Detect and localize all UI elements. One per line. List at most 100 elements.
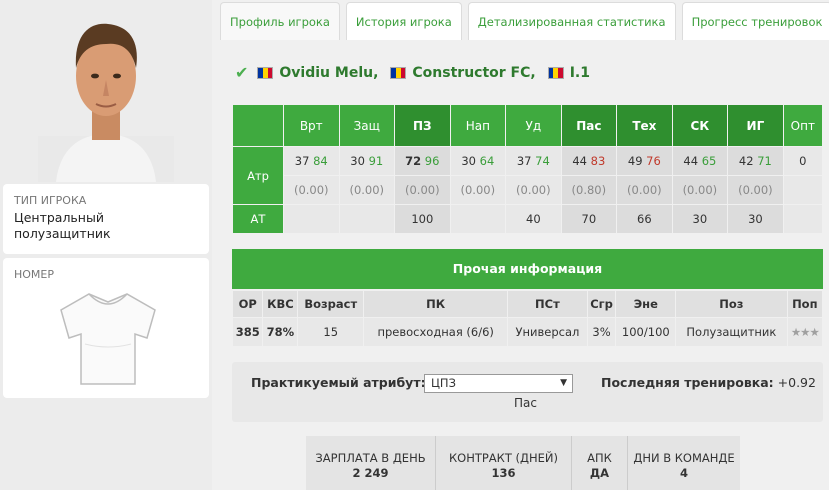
attribute-potential-value: 76: [646, 154, 661, 168]
attribute-delta-cell: (0.00): [395, 176, 450, 204]
info-header-cell: ПСт: [508, 291, 587, 317]
info-value-cell: 385: [233, 318, 263, 346]
moldova-flag-icon: [390, 66, 407, 79]
info-value-cell: превосходная (6/6): [364, 318, 508, 346]
attribute-at-cell: 30: [672, 205, 728, 233]
training-sub-attribute: Пас: [514, 396, 537, 410]
dropdown-arrow-icon: ▼: [560, 378, 567, 388]
attribute-value-cell: 72 96: [395, 147, 450, 175]
info-value-cell: 3%: [587, 318, 616, 346]
attribute-header-cell: Опт: [783, 105, 822, 146]
player-number-label: НОМЕР: [14, 268, 55, 281]
attribute-at-cell: 30: [728, 205, 783, 233]
info-header-cell: ПК: [364, 291, 508, 317]
attribute-current-value: 49: [627, 154, 643, 168]
attribute-current-value: 30: [461, 154, 476, 168]
attribute-delta-cell: (0.00): [284, 176, 339, 204]
attribute-potential-value: 74: [535, 154, 550, 168]
player-number-card: НОМЕР: [3, 258, 209, 398]
tab-history[interactable]: История игрока: [345, 2, 462, 40]
training-panel: Практикуемый атрибут: ЦПЗ ▼ Пас Последня…: [232, 362, 823, 422]
contract-info: ЗАРПЛАТА В ДЕНЬ 2 249 КОНТРАКТ (ДНЕЙ) 136 АП…: [306, 436, 740, 490]
attribute-at-cell: [284, 205, 339, 233]
row-label-at: АТ: [233, 205, 283, 233]
contract-value: 2 249: [352, 466, 389, 480]
attribute-value-cell: 44 65: [672, 147, 728, 175]
training-attribute-select[interactable]: ЦПЗ ▼: [424, 374, 573, 393]
attribute-header-cell: Тех: [617, 105, 672, 146]
attribute-at-cell: 40: [506, 205, 561, 233]
attribute-current-value: 37: [294, 154, 310, 168]
attribute-potential-value: 83: [590, 154, 606, 168]
attribute-delta-cell: (0.00): [506, 176, 561, 204]
attribute-header-cell: СК: [672, 105, 728, 146]
attribute-at-cell: 66: [617, 205, 672, 233]
attribute-value-cell: 30 91: [339, 147, 395, 175]
attribute-value-cell: 37 84: [284, 147, 339, 175]
training-attribute-selected: ЦПЗ: [431, 376, 456, 390]
popularity-stars: ★★★: [787, 318, 822, 346]
attribute-value-cell: 30 64: [450, 147, 506, 175]
attribute-header-cell: Защ: [339, 105, 395, 146]
player-name-link[interactable]: Ovidiu Melu,: [279, 65, 378, 81]
other-info-heading: Прочая информация: [232, 249, 823, 289]
attribute-header-cell: Врт: [284, 105, 339, 146]
attribute-current-value: 37: [516, 154, 532, 168]
row-label-atr: Атр: [233, 147, 283, 204]
attribute-value-cell: 49 76: [617, 147, 672, 175]
player-type-card: ТИП ИГРОКА Центральный полузащитник: [3, 184, 209, 254]
attribute-potential-value: 91: [368, 154, 384, 168]
attributes-header-corner: [233, 105, 283, 146]
info-value-cell: 15: [298, 318, 364, 346]
attribute-value-cell: 42 71: [728, 147, 783, 175]
info-value-cell: Универсал: [508, 318, 587, 346]
attribute-current-value: 0: [799, 154, 807, 168]
moldova-flag-icon: [257, 66, 274, 79]
player-type-label: ТИП ИГРОКА: [14, 194, 87, 207]
contract-box: ЗАРПЛАТА В ДЕНЬ 2 249: [306, 436, 436, 490]
contract-value: 4: [679, 466, 688, 480]
contract-label: КОНТРАКТ (ДНЕЙ): [448, 451, 558, 465]
contract-box: КОНТРАКТ (ДНЕЙ) 136: [436, 436, 572, 490]
info-value-cell: 78%: [263, 318, 298, 346]
attribute-at-cell: [783, 205, 822, 233]
attribute-current-value: 72: [405, 154, 422, 168]
club-name-link[interactable]: Constructor FC,: [412, 65, 535, 81]
attribute-at-cell: [450, 205, 506, 233]
contract-label: ЗАРПЛАТА В ДЕНЬ: [315, 451, 426, 465]
attribute-delta-cell: [783, 176, 822, 204]
info-header-cell: ОР: [233, 291, 263, 317]
attribute-delta-cell: (0.80): [561, 176, 617, 204]
attribute-potential-value: 96: [424, 154, 440, 168]
player-avatar: [38, 23, 174, 182]
attribute-at-cell: 100: [395, 205, 450, 233]
attribute-header-cell: ПЗ: [395, 105, 450, 146]
tab-training-progress[interactable]: Прогресс тренировок: [681, 2, 829, 40]
attributes-table: Врт Защ ПЗ Нап Уд Пас Тех СК ИГ Опт Атр 37 84 30 9…: [232, 104, 823, 234]
tab-detailed-stats[interactable]: Детализированная статистика: [467, 2, 676, 40]
attribute-header-cell: Нап: [450, 105, 506, 146]
last-training: Последняя тренировка: +0.92: [601, 375, 816, 390]
contract-value: 136: [491, 466, 516, 480]
other-info-table: ОР КВС Возраст ПК ПСт Сгр Эне Поз Поп 385 78% 15 пр…: [232, 290, 823, 347]
tab-profile[interactable]: Профиль игрока: [220, 2, 340, 40]
info-header-cell: Эне: [616, 291, 676, 317]
league-name-link[interactable]: I.1: [570, 65, 590, 81]
attribute-at-cell: 70: [561, 205, 617, 233]
attribute-delta-cell: (0.00): [672, 176, 728, 204]
moldova-flag-icon: [547, 66, 564, 79]
attribute-delta-cell: (0.00): [617, 176, 672, 204]
attribute-potential-value: 64: [479, 154, 495, 168]
attribute-current-value: 30: [350, 154, 365, 168]
attribute-potential-value: 65: [701, 154, 717, 168]
attribute-potential-value: 84: [313, 154, 328, 168]
player-type-value: Центральный полузащитник: [14, 210, 111, 241]
last-training-value: +0.92: [777, 375, 816, 390]
shirt-icon: [60, 293, 156, 385]
contract-label: ДНИ В КОМАНДЕ: [633, 451, 735, 465]
attribute-header-cell: Уд: [506, 105, 561, 146]
attribute-delta-cell: (0.00): [728, 176, 783, 204]
profile-tabs: Профиль игрока История игрока Детализиро…: [220, 2, 829, 40]
info-header-cell: КВС: [263, 291, 298, 317]
contract-value: ДА: [589, 466, 610, 480]
